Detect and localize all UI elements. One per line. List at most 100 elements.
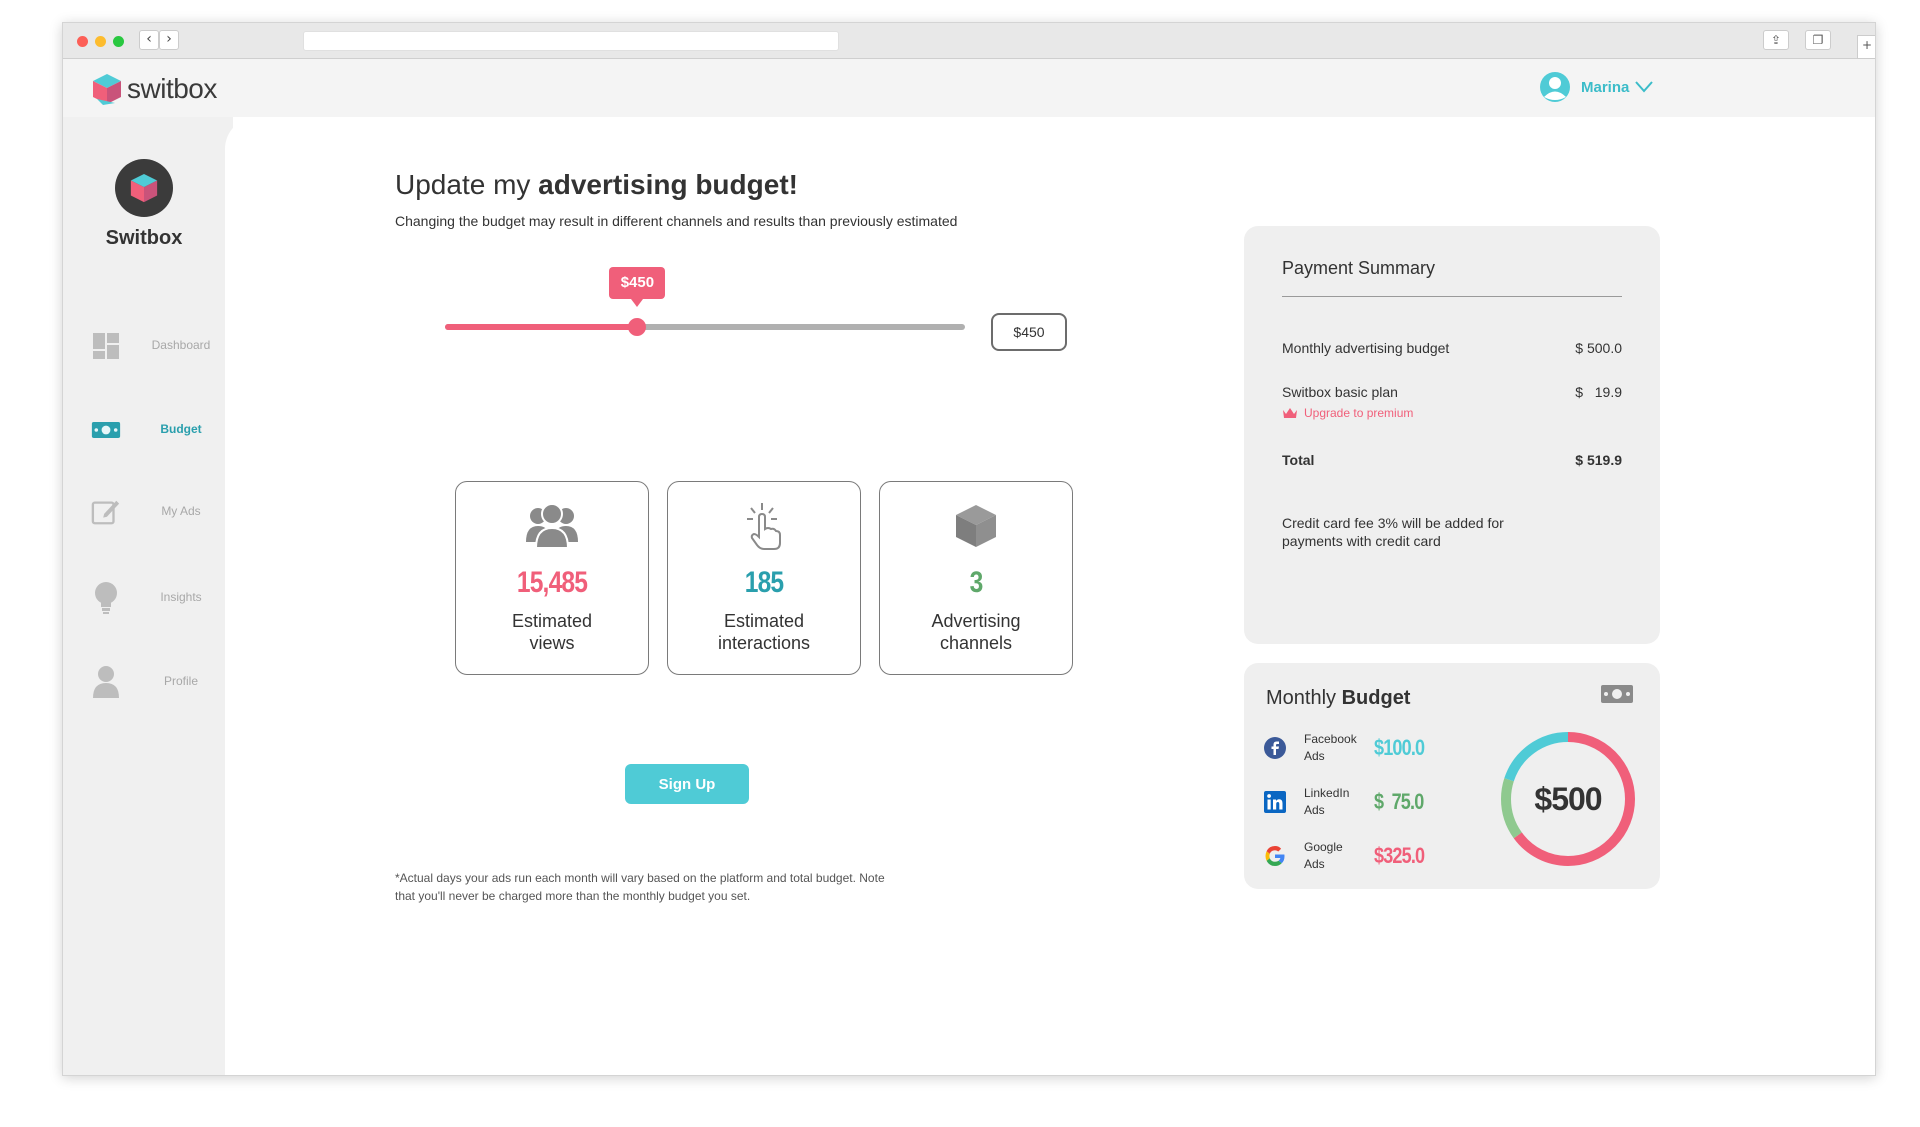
budget-donut-chart: $500	[1501, 732, 1635, 866]
sign-up-button[interactable]: Sign Up	[625, 764, 749, 804]
card-label-line: Advertising	[931, 611, 1021, 631]
browser-toolbar: ‹ › ⇪ ❐ +	[63, 23, 1875, 59]
cash-icon	[91, 415, 121, 445]
budget-input[interactable]	[991, 313, 1067, 351]
summary-row-label: Monthly advertising budget	[1282, 340, 1450, 356]
channel-name-line: LinkedIn	[1304, 786, 1350, 800]
budget-channel-amount: $100.0	[1374, 735, 1425, 760]
summary-row-label: Switbox basic plan	[1282, 384, 1398, 400]
estimated-views-card: 15,485 Estimated views	[455, 481, 649, 675]
summary-total-label: Total	[1282, 452, 1315, 468]
facebook-icon	[1264, 737, 1286, 759]
credit-card-fee-note: Credit card fee 3% will be added for pay…	[1282, 515, 1504, 549]
org-name: Switbox	[105, 227, 183, 249]
minimize-window-button[interactable]	[95, 36, 106, 47]
summary-total-amount: $ 519.9	[1575, 452, 1622, 468]
page-title: Update my advertising budget!	[395, 169, 798, 201]
page-subtitle: Changing the budget may result in differ…	[395, 213, 958, 229]
card-label-line: Estimated	[723, 611, 805, 631]
linkedin-icon	[1264, 791, 1286, 813]
sidebar-item-label: Profile	[163, 674, 198, 688]
user-name: Marina	[1581, 78, 1630, 96]
sidebar-item-budget[interactable]: Budget	[63, 407, 233, 451]
summary-row-total: Total $ 519.9	[1282, 452, 1622, 468]
user-menu[interactable]: Marina	[1539, 71, 1654, 103]
upgrade-premium-label: Upgrade to premium	[1304, 406, 1414, 420]
page-title-bold: advertising budget!	[538, 169, 798, 200]
slider-fill	[445, 324, 638, 330]
tap-icon	[668, 500, 860, 552]
browser-window: ‹ › ⇪ ❐ + switbox Marina Switbox Dashboa…	[62, 22, 1876, 1076]
zoom-window-button[interactable]	[113, 36, 124, 47]
channel-name-line: Ads	[1304, 749, 1325, 763]
brand-logo[interactable]: switbox	[91, 69, 217, 109]
divider	[1282, 296, 1622, 297]
channel-name-line: Ads	[1304, 857, 1325, 871]
monthly-budget-title-prefix: Monthly	[1266, 687, 1342, 709]
user-avatar-icon	[1540, 72, 1570, 102]
sidebar-item-label: My Ads	[161, 504, 201, 518]
budget-channel-name: LinkedIn Ads	[1304, 785, 1376, 819]
forward-icon[interactable]: ›	[159, 30, 179, 50]
card-label-line: interactions	[717, 633, 811, 653]
address-bar[interactable]	[303, 31, 839, 51]
card-label: Estimated views	[456, 610, 648, 654]
cube-icon	[880, 500, 1072, 552]
summary-row-basic-plan: Switbox basic plan $ 19.9	[1282, 384, 1622, 400]
card-label-line: Estimated	[511, 611, 593, 631]
estimated-interactions-card: 185 Estimated interactions	[667, 481, 861, 675]
app-header: switbox Marina	[63, 59, 1875, 117]
dashboard-icon	[91, 331, 121, 361]
lightbulb-icon	[91, 582, 121, 614]
new-tab-icon[interactable]: +	[1857, 35, 1875, 59]
sidebar-item-dashboard[interactable]: Dashboard	[63, 323, 233, 367]
card-label: Estimated interactions	[668, 610, 860, 654]
page-title-prefix: Update my	[395, 169, 539, 200]
edit-icon	[91, 497, 121, 527]
summary-row-amount: $ 500.0	[1575, 340, 1622, 356]
channel-name-line: Google	[1304, 840, 1343, 854]
card-label: Advertising channels	[880, 610, 1072, 654]
chevron-down-icon	[1635, 81, 1654, 93]
cash-icon	[1601, 685, 1633, 703]
cube-logo-icon	[93, 74, 121, 105]
sidebar-item-my-ads[interactable]: My Ads	[63, 489, 233, 533]
summary-row-amount: $ 19.9	[1575, 384, 1622, 400]
monthly-budget-title-bold: Budget	[1341, 687, 1411, 709]
sidebar-item-insights[interactable]: Insights	[63, 575, 233, 619]
budget-channel-name: Google Ads	[1304, 839, 1376, 873]
footnote: *Actual days your ads run each month wil…	[395, 871, 885, 903]
monthly-budget-panel: Monthly Budget Facebook Ads $100.0 Linked…	[1244, 663, 1660, 889]
org-avatar[interactable]	[115, 159, 173, 217]
cube-logo-icon	[130, 173, 158, 203]
back-icon[interactable]: ‹	[139, 30, 159, 50]
slider-thumb[interactable]	[628, 318, 647, 336]
google-icon	[1265, 846, 1285, 866]
brand-name: switbox	[127, 73, 217, 104]
budget-channel-linkedin: LinkedIn Ads $ 75.0	[1264, 785, 1454, 825]
summary-row-monthly-budget: Monthly advertising budget $ 500.0	[1282, 340, 1622, 356]
budget-channel-amount: $ 75.0	[1374, 789, 1424, 814]
budget-donut-total: $500	[1534, 781, 1601, 817]
crown-icon	[1283, 408, 1297, 418]
budget-channel-name: Facebook Ads	[1304, 731, 1376, 765]
upgrade-premium-link[interactable]: Upgrade to premium	[1282, 406, 1413, 420]
sidebar: Switbox Dashboard Budget My Ads Insights…	[63, 117, 233, 1075]
sidebar-item-profile[interactable]: Profile	[63, 659, 233, 703]
card-label-line: channels	[939, 633, 1013, 653]
sidebar-item-label: Dashboard	[151, 338, 211, 352]
budget-channel-google: Google Ads $325.0	[1264, 839, 1454, 879]
card-label-line: views	[529, 633, 575, 653]
close-window-button[interactable]	[77, 36, 88, 47]
payment-summary-panel: Payment Summary Monthly advertising budg…	[1244, 226, 1660, 644]
budget-slider[interactable]: $450	[445, 267, 965, 336]
channel-name-line: Facebook	[1304, 732, 1357, 746]
sidebar-item-label: Insights	[160, 590, 202, 604]
monthly-budget-title: Monthly Budget	[1266, 687, 1410, 710]
slider-value-tooltip: $450	[609, 267, 666, 307]
person-icon	[91, 666, 121, 698]
budget-channel-amount: $325.0	[1374, 843, 1425, 868]
advertising-channels-value: 3	[969, 566, 984, 599]
share-icon[interactable]: ⇪	[1763, 30, 1789, 50]
tabs-icon[interactable]: ❐	[1805, 30, 1831, 50]
